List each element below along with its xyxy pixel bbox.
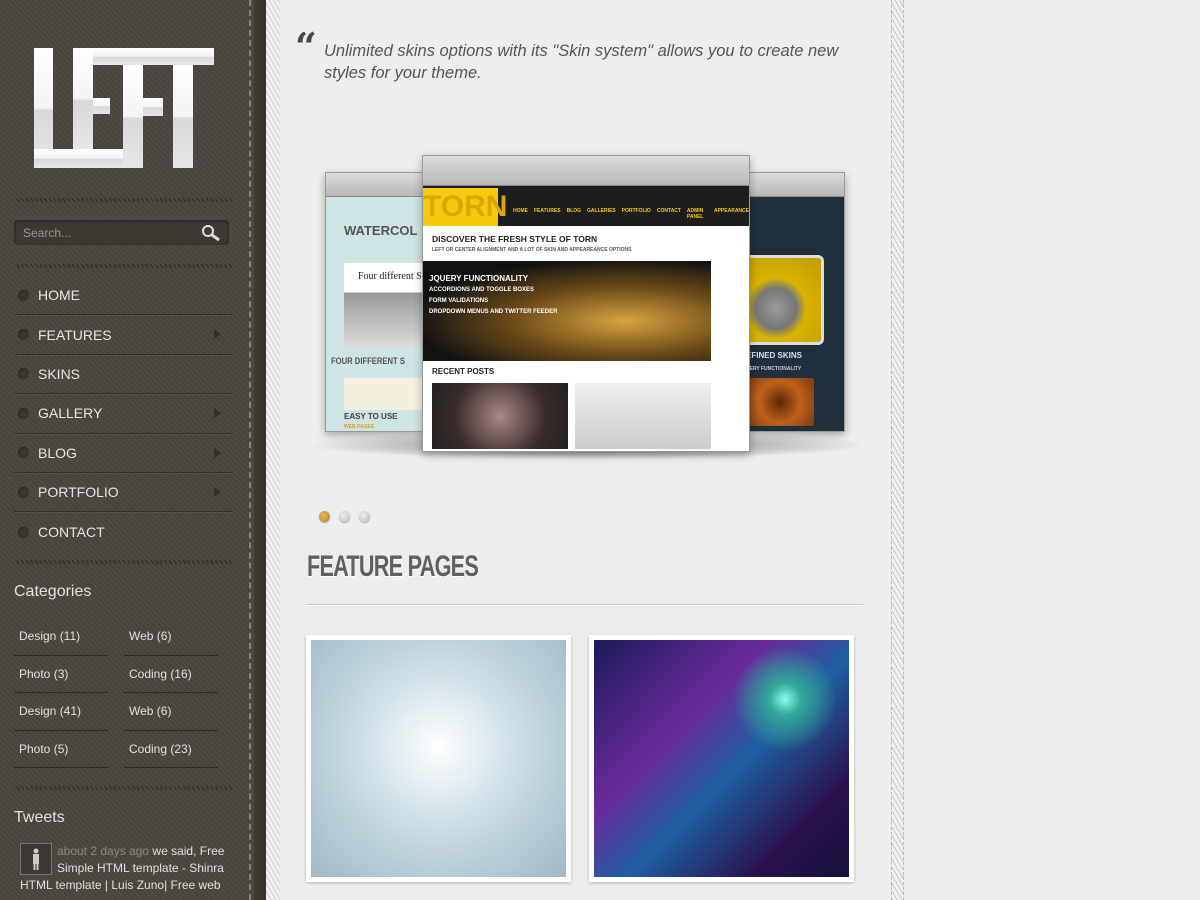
slide-text: WATERCOL (344, 223, 418, 238)
slide-menu-item: CONTACT (656, 208, 681, 214)
category-link[interactable]: Coding (23) (124, 731, 218, 768)
feature-thumbnail[interactable] (306, 635, 571, 882)
search-icon[interactable] (201, 224, 221, 242)
hatched-border (266, 0, 280, 900)
search-input[interactable] (14, 220, 194, 246)
slide-image: JQUERY FUNCTIONALITY ACCORDIONS AND TOGG… (423, 261, 711, 361)
slide-menu-item: APPEARANCE (713, 208, 749, 214)
main-nav: HOME FEATURES SKINS GALLERY BLOG PORTFOL… (14, 276, 233, 552)
bullet-icon (18, 526, 29, 538)
slide-header: TORN HOME FEATURES BLOG GALLERIES PORTFOLIO C… (423, 186, 749, 226)
slide-dot[interactable] (359, 511, 370, 522)
quote-icon: “ (295, 24, 317, 69)
right-background (904, 0, 1200, 900)
tweets-heading: Tweets (14, 809, 65, 826)
twitter-avatar[interactable] (20, 843, 52, 875)
browser-toolbar (746, 173, 844, 197)
site-logo[interactable] (33, 46, 215, 171)
slide-text: FORM VALIDATIONS (429, 298, 489, 304)
stitch-divider (249, 0, 251, 900)
sidebar-edge (254, 0, 266, 900)
bullet-icon (18, 407, 29, 419)
slide-text: JQUERY FUNCTIONALITY (429, 274, 529, 283)
slide-menu-item: GALLERIES (587, 208, 616, 214)
feature-thumbnail[interactable] (589, 635, 854, 882)
category-link[interactable]: Design (11) (14, 618, 108, 656)
slide-browser-center: TORN HOME FEATURES BLOG GALLERIES PORTFOLIO C… (422, 155, 750, 452)
category-link[interactable]: Coding (16) (124, 656, 218, 693)
divider (14, 560, 233, 564)
bullet-icon (18, 289, 29, 301)
submenu-arrow-icon (214, 486, 221, 497)
slide-image (432, 383, 568, 449)
slide-menu-item: FEATURES (534, 208, 561, 214)
slideshow-pager (319, 511, 370, 522)
nav-item-contact[interactable]: CONTACT (14, 512, 233, 551)
slide-text: Four different SK (358, 271, 429, 282)
slide-text: DROPDOWN MENUS AND TWITTER FEEDER (429, 309, 558, 315)
categories-heading: Categories (14, 583, 92, 600)
slide-menu-item: BLOG (566, 208, 582, 214)
sidebar: HOME FEATURES SKINS GALLERY BLOG PORTFOL… (0, 0, 266, 900)
category-link[interactable]: Web (6) (124, 618, 218, 656)
bullet-icon (18, 486, 29, 498)
slide-browser-left: WATERCOL Four different SK FOUR DIFFEREN… (325, 172, 430, 432)
feature-image (311, 640, 566, 877)
category-link[interactable]: Design (41) (14, 693, 108, 731)
intro-quote: “Unlimited skins options with its "Skin … (295, 28, 865, 84)
slide-text: EFINED SKINS (746, 351, 803, 360)
browser-toolbar (326, 173, 429, 197)
nav-item-portfolio[interactable]: PORTFOLIO (14, 473, 233, 513)
slide-image (575, 383, 711, 449)
nav-item-gallery[interactable]: GALLERY (14, 394, 233, 434)
user-icon (33, 848, 39, 870)
slide-browser-right: EFINED SKINS UERY FUNCTIONALITY (745, 172, 845, 432)
slide-text: DISCOVER THE FRESH STYLE OF TORN (432, 234, 598, 244)
slide-text: FOUR DIFFERENT S (331, 356, 405, 366)
nav-item-features[interactable]: FEATURES (14, 315, 233, 355)
slide-text: UERY FUNCTIONALITY (746, 366, 802, 372)
bullet-icon (18, 368, 29, 380)
tweet: about 2 days ago we said, Free Simple HT… (20, 843, 225, 894)
quote-text: Unlimited skins options with its "Skin s… (324, 42, 839, 82)
nav-item-blog[interactable]: BLOG (14, 434, 233, 473)
category-link[interactable]: Web (6) (124, 693, 218, 731)
slide-image (344, 378, 424, 410)
divider (14, 264, 233, 268)
slide-text: LEFT OR CENTER ALIGNMENT AND A LOT OF SK… (432, 247, 632, 253)
slide-dot[interactable] (319, 511, 330, 522)
slide-menu: HOME FEATURES BLOG GALLERIES PORTFOLIO CONTAC… (513, 208, 749, 220)
submenu-arrow-icon (214, 329, 221, 340)
hatched-border (891, 0, 904, 900)
slide-text: WEB PAGES (344, 424, 375, 430)
slide-image (746, 378, 814, 426)
bullet-icon (18, 447, 29, 459)
divider (14, 198, 233, 202)
nav-item-skins[interactable]: SKINS (14, 355, 233, 395)
category-link[interactable]: Photo (5) (14, 731, 108, 768)
slide-text: EASY TO USE (344, 412, 398, 421)
slide-menu-item: HOME (513, 208, 528, 214)
section-title: FEATURE PAGES (307, 550, 479, 583)
feature-image (594, 640, 849, 877)
bullet-icon (18, 329, 29, 341)
tweet-time[interactable]: about 2 days ago (57, 844, 149, 858)
slide-dot[interactable] (339, 511, 350, 522)
slide-menu-item: PORTFOLIO (621, 208, 651, 214)
slide-text: RECENT POSTS (432, 367, 495, 376)
submenu-arrow-icon (214, 408, 221, 419)
section-divider (307, 604, 863, 606)
slide-image (746, 255, 824, 345)
divider (14, 786, 233, 790)
submenu-arrow-icon (214, 447, 221, 458)
nav-item-home[interactable]: HOME (14, 276, 233, 316)
search-box (14, 220, 229, 246)
slide-banner: Four different SK (344, 263, 429, 348)
browser-toolbar (423, 156, 749, 186)
categories-list: Design (11) Web (6) Photo (3) Coding (16… (14, 618, 219, 768)
slide-logo: TORN (423, 188, 507, 226)
slide-menu-item: ADMIN PANEL (686, 208, 704, 220)
slide-text: ACCORDIONS AND TOGGLE BOXES (429, 287, 535, 293)
category-link[interactable]: Photo (3) (14, 656, 108, 693)
